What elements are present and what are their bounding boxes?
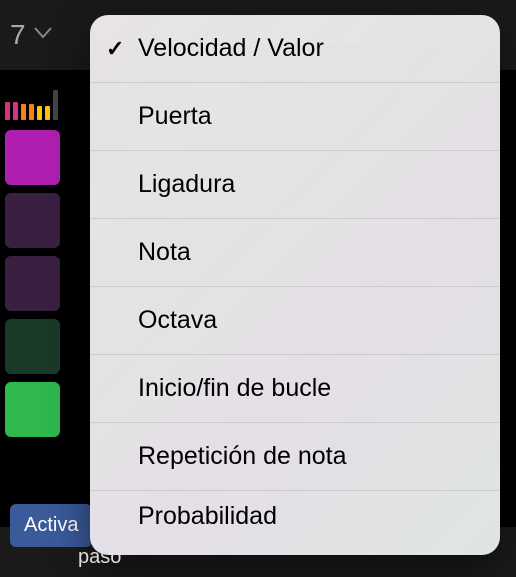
meter-bar xyxy=(21,104,26,120)
activa-button[interactable]: Activa xyxy=(10,504,92,547)
meter-bar xyxy=(45,106,50,120)
menu-item-label: Puerta xyxy=(138,102,212,131)
menu-item-label: Repetición de nota xyxy=(138,442,346,471)
meter-bar xyxy=(29,104,34,120)
pad[interactable] xyxy=(5,130,60,185)
header-number: 7 xyxy=(10,19,26,51)
meter-bar xyxy=(37,106,42,120)
menu-item-note-repeat[interactable]: Repetición de nota xyxy=(90,423,500,491)
menu-item-octave[interactable]: Octava xyxy=(90,287,500,355)
check-icon: ✓ xyxy=(106,36,124,62)
menu-item-label: Inicio/fin de bucle xyxy=(138,374,331,403)
menu-item-label: Probabilidad xyxy=(138,502,277,531)
meter-bar xyxy=(53,90,58,120)
menu-item-loop[interactable]: Inicio/fin de bucle xyxy=(90,355,500,423)
pad-grid xyxy=(0,130,90,437)
menu-item-label: Nota xyxy=(138,238,191,267)
menu-item-label: Ligadura xyxy=(138,170,235,199)
menu-item-label: Velocidad / Valor xyxy=(138,34,324,63)
menu-item-label: Octava xyxy=(138,306,217,335)
paso-label: paso xyxy=(78,546,121,569)
menu-item-gate[interactable]: Puerta xyxy=(90,83,500,151)
level-meters xyxy=(0,90,80,120)
menu-item-velocity-value[interactable]: ✓ Velocidad / Valor xyxy=(90,15,500,83)
meter-bar xyxy=(5,102,10,120)
pad[interactable] xyxy=(5,319,60,374)
pad[interactable] xyxy=(5,193,60,248)
pad[interactable] xyxy=(5,382,60,437)
pad[interactable] xyxy=(5,256,60,311)
menu-item-tie[interactable]: Ligadura xyxy=(90,151,500,219)
activa-button-label: Activa xyxy=(24,514,78,536)
meter-bar xyxy=(13,102,18,120)
menu-item-note[interactable]: Nota xyxy=(90,219,500,287)
menu-item-probability[interactable]: Probabilidad xyxy=(90,491,500,541)
edit-mode-popover: ✓ Velocidad / Valor Puerta Ligadura Nota… xyxy=(90,15,500,555)
chevron-down-icon[interactable] xyxy=(34,26,52,44)
